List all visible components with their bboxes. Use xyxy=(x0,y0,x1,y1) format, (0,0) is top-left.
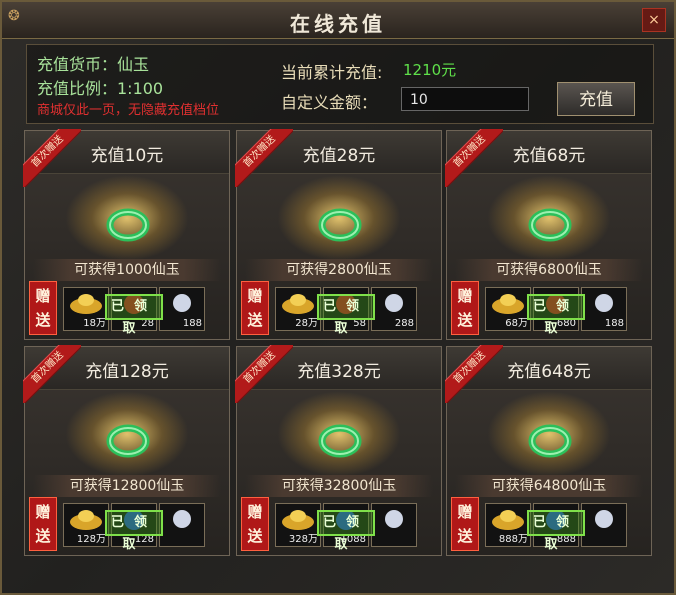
slot-count: 18万 xyxy=(83,318,106,329)
gain-text: 可获得2800仙玉 xyxy=(245,259,433,281)
slot-count: 188 xyxy=(604,318,624,329)
custom-amount-label: 自定义金额： xyxy=(281,93,378,112)
gift-badge: 赠送 xyxy=(29,497,57,551)
recharge-tier-card[interactable]: 充值328元 首次赠送 可获得32800仙玉 赠送 328万 1088 已领取 xyxy=(235,345,442,556)
white-sparkle-icon xyxy=(385,294,403,312)
notice-text: 商城仅此一页，无隐藏充值档位 xyxy=(37,103,220,118)
claimed-badge: 已领取 xyxy=(317,510,375,552)
slot-count: 128万 xyxy=(76,534,106,545)
gold-ingot-slot[interactable]: 328万 xyxy=(275,503,321,547)
claimed-badge: 已领取 xyxy=(527,510,585,552)
gift-badge: 赠送 xyxy=(241,281,269,335)
gift-badge: 赠送 xyxy=(451,281,479,335)
character-portrait-icon xyxy=(385,510,403,528)
gift-badge: 赠送 xyxy=(451,497,479,551)
currency-label: 充值货币：仙玉 xyxy=(37,55,150,74)
ratio-label: 充值比例：1:100 xyxy=(37,79,164,98)
recharge-button[interactable]: 充值 xyxy=(557,82,635,116)
gift-badge: 赠送 xyxy=(29,281,57,335)
gain-text: 可获得32800仙玉 xyxy=(245,475,433,497)
treasure-chests-icon xyxy=(521,411,579,461)
gain-text: 可获得12800仙玉 xyxy=(33,475,221,497)
gold-ingot-slot[interactable]: 888万 xyxy=(485,503,531,547)
bonus-item-slot[interactable] xyxy=(371,503,417,547)
bonus-item-slot[interactable]: 188 xyxy=(159,287,205,331)
scroll-icon xyxy=(173,510,191,528)
recharge-tier-card[interactable]: 充值68元 首次赠送 可获得6800仙玉 赠送 68万 680 188 已领取 xyxy=(445,129,652,340)
claimed-badge: 已领取 xyxy=(105,510,163,552)
gain-text: 可获得1000仙玉 xyxy=(33,259,221,281)
bonus-item-slot[interactable] xyxy=(581,503,627,547)
window-title: 在线充值 xyxy=(290,12,386,36)
bonus-item-slot[interactable]: 188 xyxy=(581,287,627,331)
total-recharge-value: 1210元 xyxy=(403,61,457,79)
recharge-window: ❂ 在线充值 × 充值货币：仙玉 充值比例：1:100 商城仅此一页，无隐藏充值… xyxy=(0,0,676,595)
jade-bags-icon xyxy=(99,411,157,461)
gold-ingot-slot[interactable]: 128万 xyxy=(63,503,109,547)
white-sparkle-icon xyxy=(173,294,191,312)
gift-badge: 赠送 xyxy=(241,497,269,551)
slot-count: 68万 xyxy=(505,318,528,329)
title-bar: ❂ 在线充值 × xyxy=(2,2,674,39)
jade-bag-icon xyxy=(521,195,579,245)
total-recharge-label: 当前累计充值: xyxy=(281,63,383,82)
recharge-tier-card[interactable]: 充值128元 首次赠送 可获得12800仙玉 赠送 128万 128 已领取 xyxy=(23,345,230,556)
blue-orb-icon xyxy=(595,294,613,312)
recharge-tier-card[interactable]: 充值28元 首次赠送 可获得2800仙玉 赠送 28万 58 288 已领取 xyxy=(235,129,442,340)
claimed-badge: 已领取 xyxy=(527,294,585,336)
gain-text: 可获得6800仙玉 xyxy=(455,259,643,281)
glowing-orb-icon xyxy=(595,510,613,528)
slot-count: 288 xyxy=(394,318,414,329)
slot-count: 328万 xyxy=(288,534,318,545)
slot-count: 28万 xyxy=(295,318,318,329)
claimed-badge: 已领取 xyxy=(317,294,375,336)
gold-ingot-slot[interactable]: 68万 xyxy=(485,287,531,331)
recharge-info-panel: 充值货币：仙玉 充值比例：1:100 商城仅此一页，无隐藏充值档位 当前累计充值… xyxy=(26,44,654,124)
gain-text: 可获得64800仙玉 xyxy=(455,475,643,497)
bonus-item-slot[interactable]: 288 xyxy=(371,287,417,331)
slot-count: 188 xyxy=(182,318,202,329)
treasure-chest-icon xyxy=(311,411,369,461)
custom-amount-input[interactable]: 10 xyxy=(401,87,529,111)
gold-ingot-slot[interactable]: 28万 xyxy=(275,287,321,331)
jade-ring-icon xyxy=(99,195,157,245)
recharge-tier-card[interactable]: 充值10元 首次赠送 可获得1000仙玉 赠送 18万 28 188 已领取 xyxy=(23,129,230,340)
claimed-badge: 已领取 xyxy=(105,294,163,336)
jade-rings-icon xyxy=(311,195,369,245)
slot-count: 888万 xyxy=(498,534,528,545)
bonus-item-slot[interactable] xyxy=(159,503,205,547)
recharge-tier-card[interactable]: 充值648元 首次赠送 可获得64800仙玉 赠送 888万 888 已领取 xyxy=(445,345,652,556)
close-button[interactable]: × xyxy=(642,8,666,32)
gold-ingot-slot[interactable]: 18万 xyxy=(63,287,109,331)
